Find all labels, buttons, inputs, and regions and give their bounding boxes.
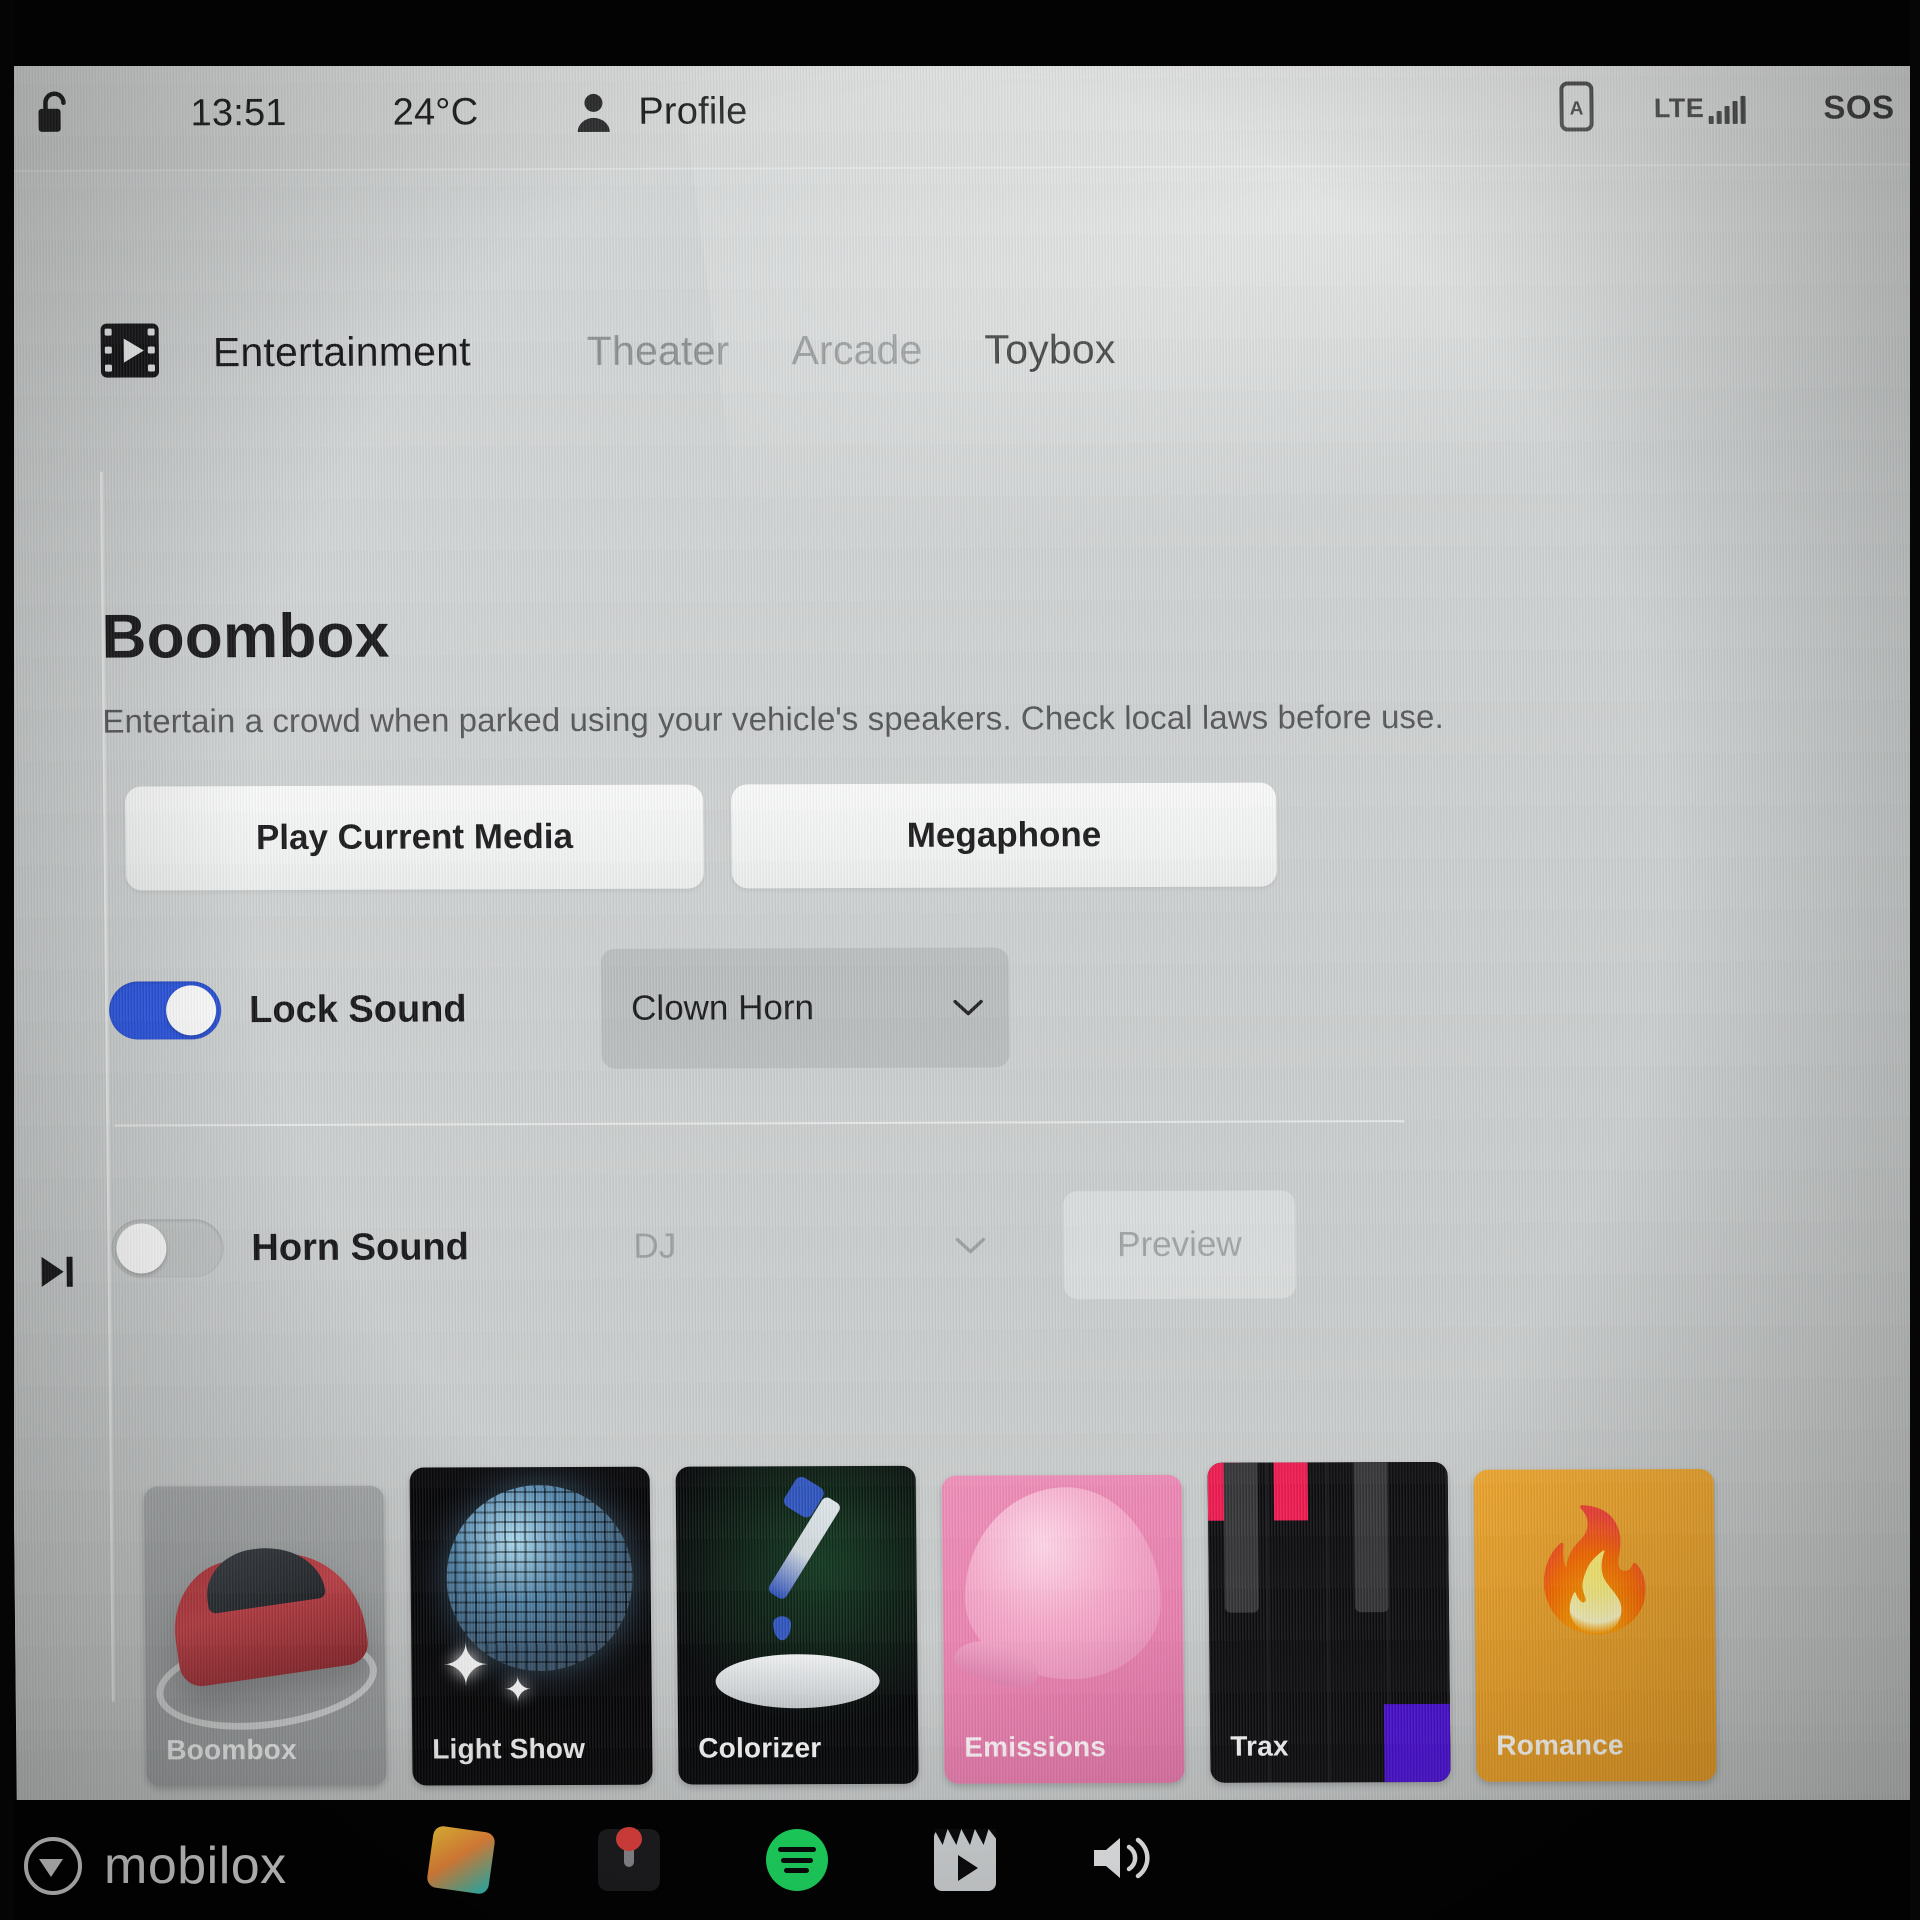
app-card-boombox[interactable]: Boombox [143,1485,387,1787]
signal-bars-icon [1708,95,1746,124]
tab-arcade[interactable]: Arcade [791,327,923,374]
app-card-light-show[interactable]: ✦ ✦ Light Show [409,1466,653,1786]
entertainment-tabbar: Entertainment Theater Arcade Toybox [99,318,1116,385]
lock-sound-toggle[interactable] [108,981,222,1040]
mobilox-watermark: mobilox [24,1836,287,1896]
bottom-taskbar [0,1800,1920,1920]
play-circle-icon [24,1837,82,1895]
toggle-knob [165,985,217,1036]
app-card-romance[interactable]: 🔥 Romance [1473,1469,1717,1782]
device-bezel-top [0,0,1920,66]
status-time: 13:51 [190,91,287,134]
network-status: LTE [1653,92,1746,124]
device-bezel-right [1910,0,1920,1920]
horn-sound-value: DJ [633,1226,677,1266]
horn-sound-select[interactable]: DJ [603,1185,1012,1306]
lock-sound-value: Clown Horn [630,988,815,1028]
app-card-label: Boombox [166,1733,297,1766]
lock-sound-select[interactable]: Clown Horn [600,947,1010,1069]
unlocked-padlock-icon[interactable] [22,90,86,138]
device-bezel-left [0,0,14,1920]
settings-divider [114,1120,1405,1127]
toybox-app-carousel: Boombox ✦ ✦ Light Show Colorizer Emissio… [143,1461,1717,1787]
speaker-volume-icon[interactable] [1088,1831,1160,1890]
page-title: Boombox [101,601,390,672]
film-strip-play-icon [99,321,162,384]
app-card-colorizer[interactable]: Colorizer [675,1465,919,1785]
chevron-down-icon [953,999,983,1016]
tab-toybox[interactable]: Toybox [984,326,1116,373]
toybox-icon[interactable] [425,1824,497,1896]
lock-sound-label: Lock Sound [248,987,467,1031]
horn-sound-toggle[interactable] [111,1219,224,1278]
toggle-knob [116,1223,167,1274]
phone-key-icon[interactable]: A [1559,80,1595,136]
status-temperature[interactable]: 24°C [392,91,478,134]
megaphone-button[interactable]: Megaphone [731,782,1278,889]
chevron-down-icon [955,1237,986,1254]
app-card-label: Colorizer [698,1732,822,1764]
network-label: LTE [1653,92,1705,123]
skip-next-icon[interactable] [33,1249,79,1300]
svg-text:A: A [1570,98,1584,119]
arcade-joystick-icon[interactable] [598,1827,660,1891]
watermark-text: mobilox [104,1837,287,1895]
app-card-trax[interactable]: Trax [1207,1461,1451,1783]
app-card-label: Light Show [432,1732,586,1765]
tab-entertainment[interactable]: Entertainment [213,328,471,376]
person-icon[interactable] [574,91,612,133]
tesla-ui-screen: 13:51 24°C Profile A LTE SOS Entertainme… [0,51,1920,1848]
app-card-label: Trax [1230,1730,1289,1762]
horn-sound-label: Horn Sound [251,1225,470,1269]
play-current-media-button[interactable]: Play Current Media [124,784,705,891]
app-card-label: Romance [1496,1729,1624,1761]
tab-theater[interactable]: Theater [586,327,729,374]
status-bar: 13:51 24°C Profile A LTE SOS [0,51,1920,170]
preview-button[interactable]: Preview [1062,1190,1296,1300]
theater-clapperboard-icon[interactable] [934,1829,996,1891]
lock-sound-row: Lock Sound Clown Horn [105,945,1846,1071]
boombox-panel: Boombox Entertain a crowd when parked us… [101,596,1848,1309]
horn-sound-row: Horn Sound DJ Preview [107,1183,1848,1309]
sos-label[interactable]: SOS [1823,88,1895,126]
entertainment-app-window: Entertainment Theater Arcade Toybox Boom… [1,163,1920,1787]
boombox-action-buttons: Play Current Media Megaphone [103,781,1844,891]
app-card-emissions[interactable]: Emissions [941,1474,1185,1784]
page-description: Entertain a crowd when parked using your… [102,697,1444,740]
spotify-icon[interactable] [766,1829,828,1891]
tesla-touchscreen-photo: 13:51 24°C Profile A LTE SOS Entertainme… [0,0,1920,1920]
app-card-label: Emissions [964,1731,1107,1763]
profile-label[interactable]: Profile [638,90,748,133]
